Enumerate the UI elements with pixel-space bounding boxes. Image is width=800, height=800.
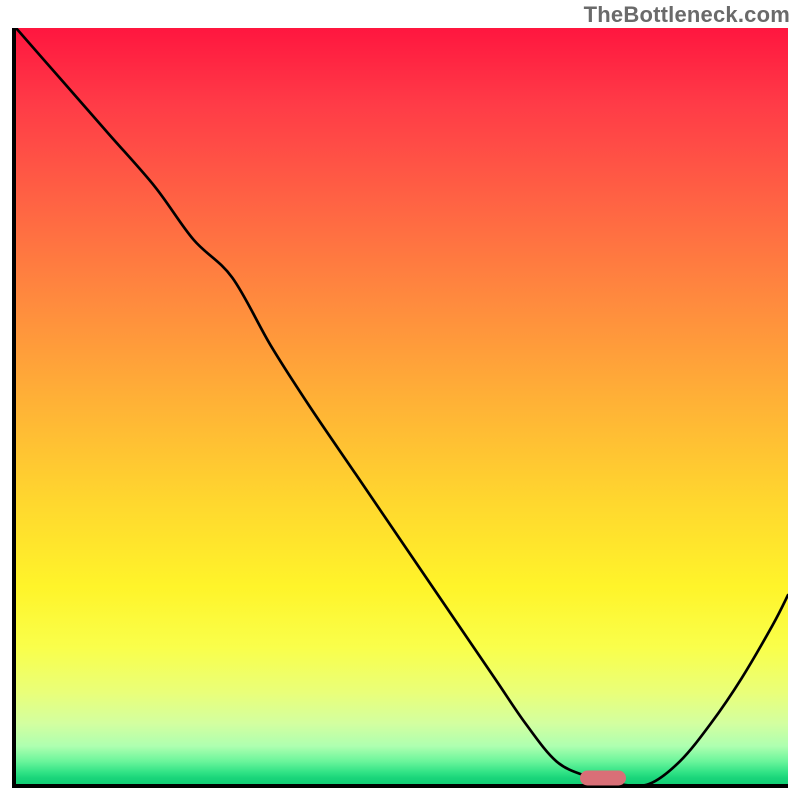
- chart-frame: TheBottleneck.com: [0, 0, 800, 800]
- watermark-text: TheBottleneck.com: [584, 2, 790, 28]
- optimal-marker: [580, 770, 626, 785]
- gradient-background: [16, 28, 788, 784]
- plot-area: [12, 28, 788, 788]
